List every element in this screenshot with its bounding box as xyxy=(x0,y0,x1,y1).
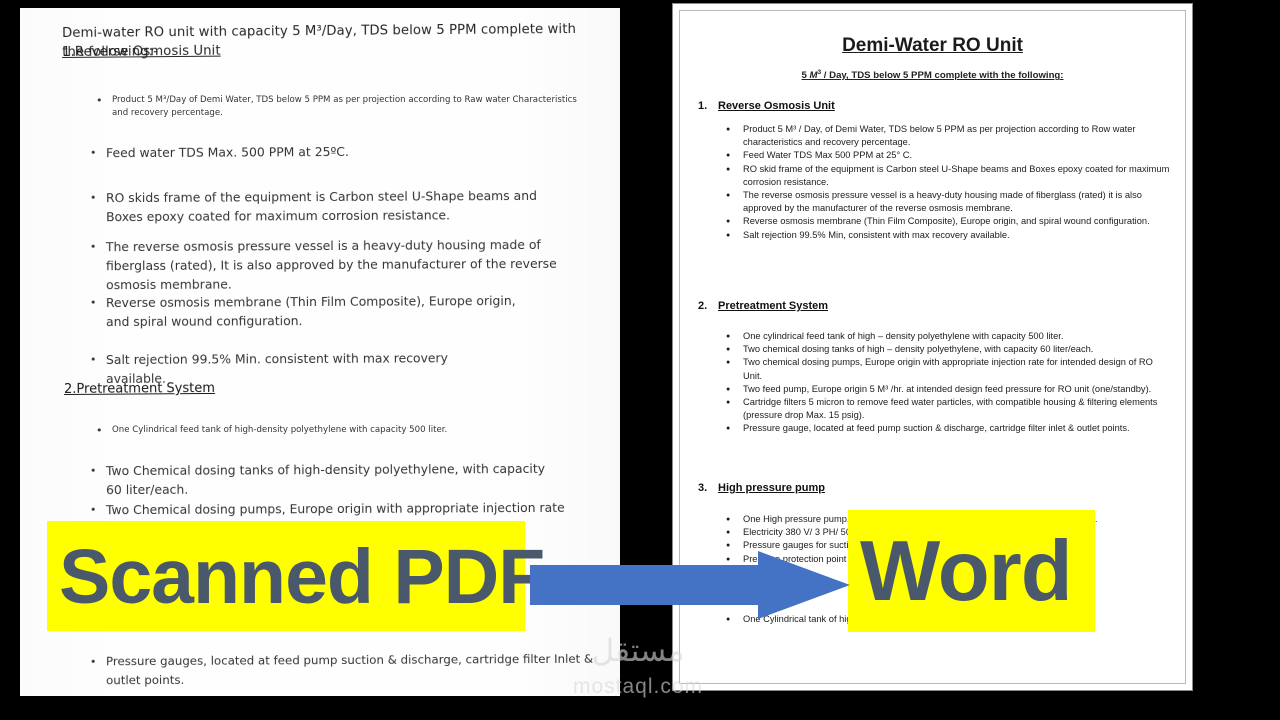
right-arrow-icon xyxy=(530,551,850,619)
section-title: Pretreatment System xyxy=(718,300,829,312)
list-item: The reverse osmosis pressure vessel is a… xyxy=(726,189,1171,215)
word-page-title: Demi-Water RO Unit xyxy=(680,35,1185,57)
watermark-arabic-text: مستقل xyxy=(591,633,685,669)
list-item: Two chemical dosing tanks of high – dens… xyxy=(726,343,1171,357)
scan-bullet: Product 5 M³/Day of Demi Water, TDS belo… xyxy=(96,94,582,120)
scan-bullet: The reverse osmosis pressure vessel is a… xyxy=(106,235,566,294)
list-item: RO skid frame of the equipment is Carbon… xyxy=(726,163,1171,189)
watermark-latin-text: mostaql.com xyxy=(572,675,704,698)
scan-section-1-heading: 1.Reverse Osmosis Unit xyxy=(62,43,221,60)
scan-bullet: Reverse osmosis membrane (Thin Film Comp… xyxy=(106,291,526,331)
list-item: Two chemical dosing pumps, Europe origin… xyxy=(726,356,1171,382)
word-section-heading-3: 3. High pressure pump xyxy=(698,482,825,494)
scan-bullet: RO skids frame of the equipment is Carbo… xyxy=(106,186,561,226)
slide-canvas: Demi-water RO unit with capacity 5 M³/Da… xyxy=(0,0,1280,720)
word-section-heading-1: 1. Reverse Osmosis Unit xyxy=(698,100,835,112)
list-item: Two feed pump, Europe origin 5 M³ /hr. a… xyxy=(726,383,1171,397)
section-number: 2. xyxy=(698,300,708,312)
list-item: Reverse osmosis membrane (Thin Film Comp… xyxy=(726,215,1171,229)
list-item: Pressure gauge, located at feed pump suc… xyxy=(726,422,1171,436)
list-item: Product 5 M³ / Day, of Demi Water, TDS b… xyxy=(726,123,1171,149)
word-subtitle-pre: 5 xyxy=(801,70,810,82)
word-subtitle-unit: M xyxy=(809,70,818,82)
section-title: High pressure pump xyxy=(718,482,825,494)
list-item: Feed Water TDS Max 500 PPM at 25° C. xyxy=(726,149,1171,163)
scan-bullet: One Cylindrical feed tank of high-densit… xyxy=(96,424,532,437)
word-bullet-list-2: One cylindrical feed tank of high – dens… xyxy=(726,330,1171,436)
word-section-heading-2: 2. Pretreatment System xyxy=(698,300,828,312)
scan-bullet: Pressure gauges, located at feed pump su… xyxy=(106,650,596,691)
scan-section-2-heading: 2.Pretreatment System xyxy=(64,380,216,397)
word-caption: Word xyxy=(860,524,1073,619)
list-item: Salt rejection 99.5% Min, consistent wit… xyxy=(726,229,1171,243)
scan-bullet: Two Chemical dosing tanks of high-densit… xyxy=(106,459,556,499)
word-subtitle-post: / Day, TDS below 5 PPM complete with the… xyxy=(821,70,1064,82)
scanned-pdf-caption: Scanned PDF xyxy=(59,534,545,620)
section-title: Reverse Osmosis Unit xyxy=(718,100,835,112)
word-bullet-list-1: Product 5 M³ / Day, of Demi Water, TDS b… xyxy=(726,123,1171,242)
word-title-text: Demi-Water RO Unit xyxy=(842,35,1023,56)
word-subtitle: 5 M3 / Day, TDS below 5 PPM complete wit… xyxy=(680,69,1185,81)
section-number: 3. xyxy=(698,482,708,494)
list-item: Cartridge filters 5 micron to remove fee… xyxy=(726,396,1171,422)
mostaql-watermark: مستقل mostaql.com xyxy=(548,633,728,705)
list-item: One cylindrical feed tank of high – dens… xyxy=(726,330,1171,344)
section-number: 1. xyxy=(698,100,708,112)
scan-bullet: Feed water TDS Max. 500 PPM at 25ºC. xyxy=(106,141,576,162)
